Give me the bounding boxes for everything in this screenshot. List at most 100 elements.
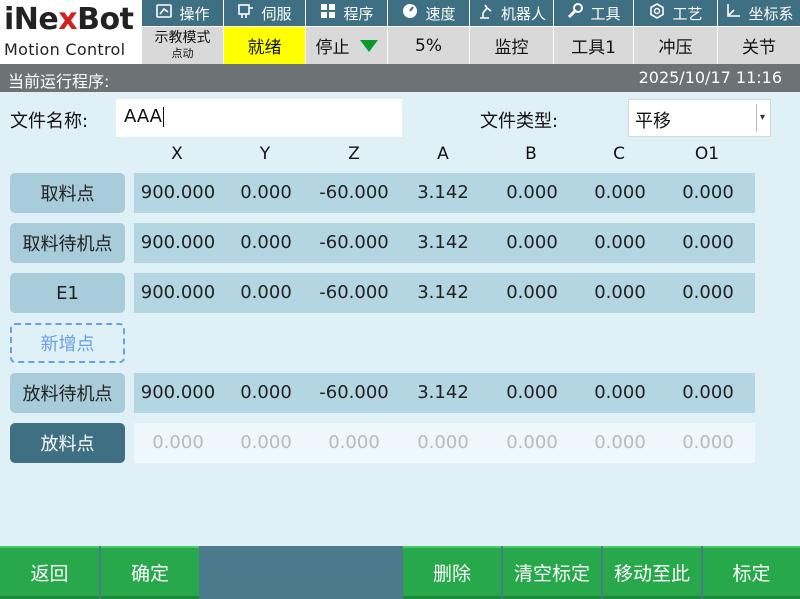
logo: iNexBot Motion Control <box>0 0 142 64</box>
value-y: 0.000 <box>240 432 292 453</box>
menu-operation[interactable]: 操作 <box>142 0 224 26</box>
brand-subtitle: Motion Control <box>4 40 126 59</box>
value-c: 0.000 <box>594 182 646 203</box>
point-values-row[interactable]: 0.000 0.000 0.000 0.000 0.000 0.000 0.00… <box>134 423 755 463</box>
menu-program-label: 程序 <box>343 4 374 23</box>
column-header-y: Y <box>259 144 271 164</box>
clear-calibration-button[interactable]: 清空标定 <box>503 546 603 599</box>
column-header-c: C <box>613 144 625 164</box>
title-bar: 当前运行程序: 2025/10/17 11:16 <box>0 64 800 92</box>
menu-process-label: 工艺 <box>672 4 703 23</box>
stop-label: 停止 <box>315 38 350 58</box>
menu-servo-label: 伺服 <box>261 4 292 23</box>
point-button-place-standby[interactable]: 放料待机点 <box>10 373 125 413</box>
value-x: 900.000 <box>140 232 216 253</box>
value-c: 0.000 <box>594 232 646 253</box>
column-header-x: X <box>171 144 183 164</box>
coordinate-selector[interactable]: 关节 <box>718 26 800 64</box>
value-o1: 0.000 <box>682 382 734 403</box>
value-z: -60.000 <box>319 382 389 403</box>
file-name-value: AAA <box>124 106 162 127</box>
file-type-select[interactable]: 平移 ▾ <box>628 99 771 137</box>
menu-speed[interactable]: 速度 <box>388 0 470 26</box>
value-z: -60.000 <box>319 282 389 303</box>
value-b: 0.000 <box>506 182 558 203</box>
speed-value[interactable]: 5% <box>388 26 470 64</box>
menu-process[interactable]: 工艺 <box>634 0 718 26</box>
point-values-row[interactable]: 900.000 0.000 -60.000 3.142 0.000 0.000 … <box>134 273 755 313</box>
value-o1: 0.000 <box>682 282 734 303</box>
value-c: 0.000 <box>594 382 646 403</box>
menu-robot[interactable]: 机器人 <box>470 0 554 26</box>
menu-robot-label: 机器人 <box>500 4 546 23</box>
robot-arm-icon <box>155 2 173 24</box>
value-a: 3.142 <box>417 382 469 403</box>
value-x: 900.000 <box>140 282 216 303</box>
column-header-b: B <box>525 144 537 164</box>
add-point-button[interactable]: 新增点 <box>10 323 125 363</box>
value-b: 0.000 <box>506 282 558 303</box>
file-name-label: 文件名称: <box>10 111 89 132</box>
point-button-pick[interactable]: 取料点 <box>10 173 125 213</box>
grid-icon <box>319 2 337 24</box>
menu-coordinate[interactable]: 坐标系 <box>718 0 800 26</box>
value-a: 3.142 <box>417 282 469 303</box>
confirm-button[interactable]: 确定 <box>101 546 201 599</box>
calibrate-button[interactable]: 标定 <box>703 546 800 599</box>
point-values-row[interactable]: 900.000 0.000 -60.000 3.142 0.000 0.000 … <box>134 373 755 413</box>
menu-tool[interactable]: 工具 <box>554 0 634 26</box>
value-b: 0.000 <box>506 232 558 253</box>
menu-coordinate-label: 坐标系 <box>748 4 794 23</box>
value-z: 0.000 <box>328 432 380 453</box>
value-c: 0.000 <box>594 432 646 453</box>
column-header-z: Z <box>348 144 360 164</box>
column-header-a: A <box>437 144 449 164</box>
mode-main-label: 示教模式 <box>154 29 211 46</box>
value-y: 0.000 <box>240 232 292 253</box>
file-type-label: 文件类型: <box>480 111 559 132</box>
file-type-value: 平移 <box>635 111 671 132</box>
mode-indicator[interactable]: 示教模式 点动 <box>142 26 224 64</box>
wrench-icon <box>566 2 584 24</box>
menu-program[interactable]: 程序 <box>306 0 388 26</box>
value-b: 0.000 <box>506 432 558 453</box>
value-a: 3.142 <box>417 182 469 203</box>
menu-operation-label: 操作 <box>179 4 210 23</box>
speedometer-icon <box>401 2 419 24</box>
point-button-pick-standby[interactable]: 取料待机点 <box>10 223 125 263</box>
file-name-input[interactable]: AAA <box>116 99 402 137</box>
column-header-o1: O1 <box>694 144 720 164</box>
value-y: 0.000 <box>240 182 292 203</box>
header: iNexBot Motion Control 操作 伺服 程序 速度 机器人 工… <box>0 0 800 64</box>
value-c: 0.000 <box>594 282 646 303</box>
menu-servo[interactable]: 伺服 <box>224 0 306 26</box>
point-values-row[interactable]: 900.000 0.000 -60.000 3.142 0.000 0.000 … <box>134 223 755 263</box>
menu-tool-label: 工具 <box>590 4 621 23</box>
dropdown-arrow-icon: ▾ <box>756 104 768 132</box>
footer-toolbar: 返回 确定 删除 清空标定 移动至此 标定 <box>0 546 800 599</box>
text-cursor <box>162 107 164 127</box>
point-button-e1[interactable]: E1 <box>10 273 125 313</box>
point-values-row[interactable]: 900.000 0.000 -60.000 3.142 0.000 0.000 … <box>134 173 755 213</box>
value-y: 0.000 <box>240 382 292 403</box>
value-o1: 0.000 <box>682 232 734 253</box>
value-o1: 0.000 <box>682 432 734 453</box>
back-button[interactable]: 返回 <box>0 546 101 599</box>
point-button-place[interactable]: 放料点 <box>10 423 125 463</box>
value-z: -60.000 <box>319 182 389 203</box>
process-selector[interactable]: 冲压 <box>634 26 718 64</box>
robot-icon <box>477 2 495 24</box>
stop-dropdown[interactable]: 停止 <box>306 26 388 64</box>
value-a: 3.142 <box>417 232 469 253</box>
datetime: 2025/10/17 11:16 <box>638 68 782 87</box>
value-b: 0.000 <box>506 382 558 403</box>
value-y: 0.000 <box>240 282 292 303</box>
move-to-here-button[interactable]: 移动至此 <box>603 546 703 599</box>
monitor-button[interactable]: 监控 <box>470 26 554 64</box>
tool-selector[interactable]: 工具1 <box>554 26 634 64</box>
ready-status: 就绪 <box>224 26 306 64</box>
value-x: 0.000 <box>152 432 204 453</box>
value-o1: 0.000 <box>682 182 734 203</box>
delete-button[interactable]: 删除 <box>403 546 503 599</box>
value-a: 0.000 <box>417 432 469 453</box>
